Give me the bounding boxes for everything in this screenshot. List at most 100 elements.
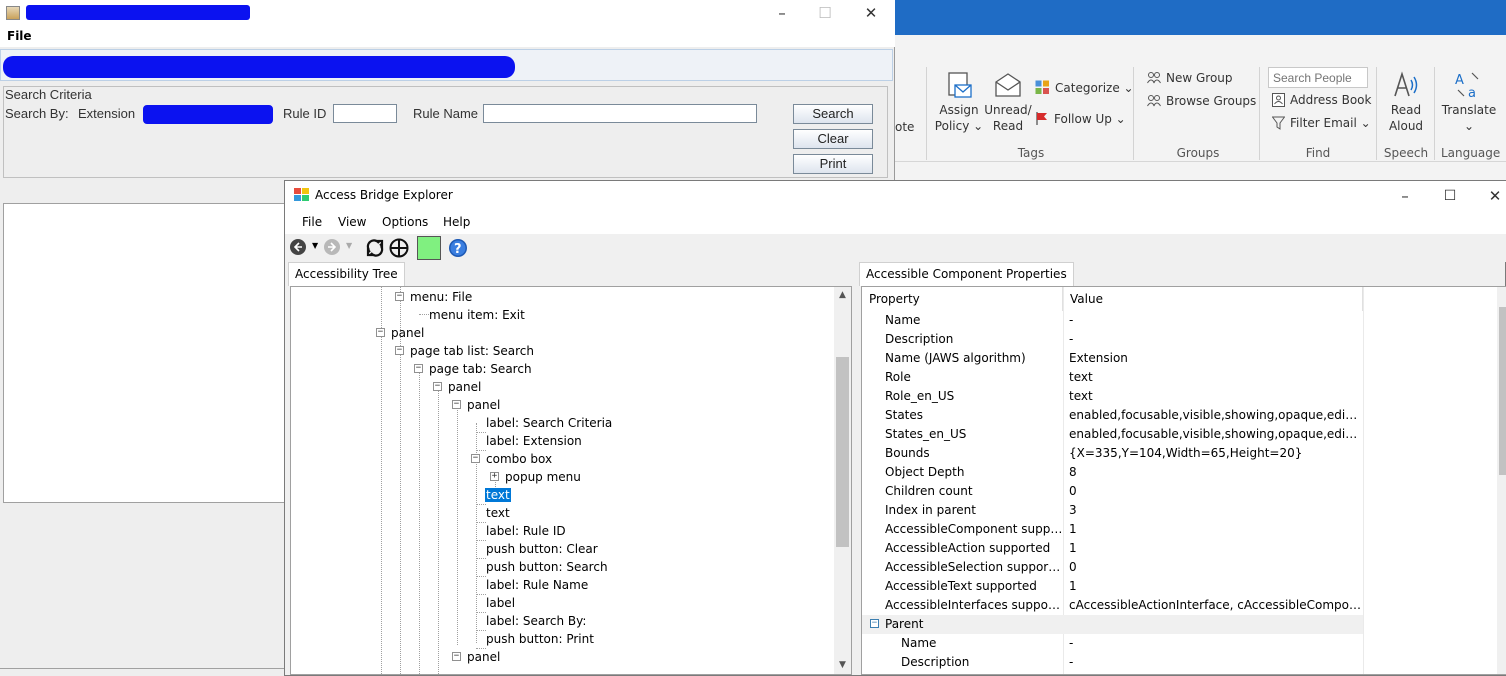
tree-node[interactable]: label: Extension: [486, 432, 582, 450]
close-button[interactable]: ✕: [859, 3, 883, 23]
abe-menu-help[interactable]: Help: [443, 215, 470, 229]
property-row[interactable]: Role_en_US text: [862, 387, 1506, 406]
tree-expander[interactable]: −: [395, 346, 404, 355]
search-people-input[interactable]: [1268, 67, 1368, 88]
tree-node[interactable]: text: [486, 504, 510, 522]
property-row[interactable]: Description -: [862, 330, 1506, 349]
tree-expander[interactable]: −: [471, 454, 480, 463]
tree-node[interactable]: label: Rule Name: [486, 576, 588, 594]
extension-combo-box[interactable]: [143, 105, 273, 124]
property-row[interactable]: AccessibleInterfaces supported cAccessibl…: [862, 596, 1506, 615]
tree-node[interactable]: ...: [486, 664, 497, 674]
tree-expander[interactable]: −: [376, 328, 385, 337]
address-book-button[interactable]: Address Book: [1272, 93, 1371, 107]
translate-button[interactable]: A a Translate ⌄: [1440, 70, 1498, 134]
collapse-parent-icon[interactable]: −: [870, 619, 879, 628]
tree-node[interactable]: panel: [448, 378, 481, 396]
tree-node[interactable]: panel: [391, 324, 424, 342]
tree-expander[interactable]: −: [433, 382, 442, 391]
property-row[interactable]: Name -: [862, 634, 1506, 653]
filter-email-button[interactable]: Filter Email ⌄: [1272, 116, 1371, 130]
tree-node[interactable]: page tab: Search: [429, 360, 532, 378]
tree-node[interactable]: menu item: Exit: [429, 306, 525, 324]
abe-close-button[interactable]: ✕: [1483, 186, 1506, 206]
property-column-header[interactable]: Property: [862, 287, 1063, 311]
tree-node[interactable]: label: Search Criteria: [486, 414, 612, 432]
property-row[interactable]: AccessibleSelection supported 0: [862, 558, 1506, 577]
property-row[interactable]: Index in parent 3: [862, 501, 1506, 520]
property-row[interactable]: States enabled,focusable,visible,showing,…: [862, 406, 1506, 425]
forward-dropdown-icon[interactable]: ▼: [346, 241, 352, 250]
back-icon[interactable]: [289, 238, 307, 256]
rule-id-input[interactable]: [333, 104, 397, 123]
property-row[interactable]: States_en_US enabled,focusable,visible,sh…: [862, 425, 1506, 444]
overlay-toggle-button[interactable]: [417, 236, 441, 260]
property-row[interactable]: Object Depth 8: [862, 463, 1506, 482]
property-group-parent[interactable]: − Parent: [862, 615, 1363, 634]
group-tags-label: Tags: [1017, 146, 1045, 160]
rule-name-input[interactable]: [483, 104, 757, 123]
tree-expander[interactable]: −: [452, 400, 461, 409]
tree-node[interactable]: panel: [467, 396, 500, 414]
help-icon[interactable]: ?: [448, 238, 468, 258]
tree-scrollbar[interactable]: ▲ ▼: [834, 287, 851, 674]
forward-icon[interactable]: [323, 238, 341, 256]
follow-up-button[interactable]: Follow Up ⌄: [1035, 111, 1126, 126]
browse-groups-button[interactable]: Browse Groups: [1147, 94, 1256, 108]
abe-menu-options[interactable]: Options: [382, 215, 428, 229]
properties-scroll-thumb[interactable]: [1499, 307, 1506, 475]
value-column-header[interactable]: Value: [1063, 287, 1363, 311]
abe-maximize-button[interactable]: ☐: [1438, 186, 1462, 206]
tree-node[interactable]: label: Search By:: [486, 612, 586, 630]
tree-node[interactable]: label: Rule ID: [486, 522, 566, 540]
minimize-button[interactable]: –: [770, 3, 794, 23]
unread-read-button[interactable]: Unread/ Read: [984, 70, 1032, 134]
tree-expander[interactable]: +: [490, 472, 499, 481]
abe-menu-view[interactable]: View: [338, 215, 366, 229]
properties-pane[interactable]: Property Value Name - Description - Name (…: [861, 286, 1506, 675]
property-row[interactable]: Name (JAWS algorithm) Extension: [862, 349, 1506, 368]
categorize-button[interactable]: Categorize ⌄: [1035, 80, 1134, 95]
tree-node[interactable]: combo box: [486, 450, 552, 468]
menu-file[interactable]: File: [7, 29, 32, 43]
read-aloud-button[interactable]: Read Aloud: [1383, 70, 1429, 134]
properties-scrollbar[interactable]: [1497, 287, 1506, 674]
search-button[interactable]: Search: [793, 104, 873, 124]
abe-minimize-button[interactable]: –: [1393, 186, 1417, 206]
property-row[interactable]: AccessibleAction supported 1: [862, 539, 1506, 558]
tree-node[interactable]: push button: Clear: [486, 540, 598, 558]
abe-menu-file[interactable]: File: [302, 215, 322, 229]
tree-node[interactable]: page tab list: Search: [410, 342, 534, 360]
property-row[interactable]: Role text: [862, 368, 1506, 387]
tab-accessible-component-properties[interactable]: Accessible Component Properties: [859, 262, 1074, 286]
tree-expander[interactable]: −: [395, 292, 404, 301]
property-row[interactable]: AccessibleText supported 1: [862, 577, 1506, 596]
tree-node[interactable]: popup menu: [505, 468, 581, 486]
tree-node[interactable]: push button: Search: [486, 558, 608, 576]
print-button[interactable]: Print: [793, 154, 873, 174]
back-dropdown-icon[interactable]: ▼: [312, 241, 318, 250]
maximize-button[interactable]: ☐: [813, 3, 837, 23]
property-row[interactable]: Description -: [862, 653, 1506, 672]
tree-node[interactable]: menu: File: [410, 288, 472, 306]
crosshair-icon[interactable]: [389, 238, 409, 258]
new-group-button[interactable]: New Group: [1147, 71, 1233, 85]
tree-node[interactable]: push button: Print: [486, 630, 594, 648]
tree-expander[interactable]: −: [414, 364, 423, 373]
property-row[interactable]: Children count 0: [862, 482, 1506, 501]
refresh-icon[interactable]: [365, 238, 385, 258]
scroll-up-icon[interactable]: ▲: [834, 287, 851, 304]
accessibility-tree-pane[interactable]: − − − − − − − + − menu: File menu item: …: [290, 286, 852, 675]
tree-node[interactable]: label: [486, 594, 515, 612]
tab-accessibility-tree[interactable]: Accessibility Tree: [288, 262, 405, 286]
scroll-down-icon[interactable]: ▼: [834, 657, 851, 674]
assign-policy-button[interactable]: Assign Policy ⌄: [934, 70, 984, 134]
property-row[interactable]: Name -: [862, 311, 1506, 330]
tree-expander[interactable]: −: [452, 652, 461, 661]
property-row[interactable]: Bounds {X=335,Y=104,Width=65,Height=20}: [862, 444, 1506, 463]
rule-id-label: Rule ID: [283, 106, 327, 121]
tree-node-selected[interactable]: text: [485, 486, 511, 504]
tree-scroll-thumb[interactable]: [836, 357, 849, 547]
property-row[interactable]: AccessibleComponent suppor... 1: [862, 520, 1506, 539]
clear-button[interactable]: Clear: [793, 129, 873, 149]
